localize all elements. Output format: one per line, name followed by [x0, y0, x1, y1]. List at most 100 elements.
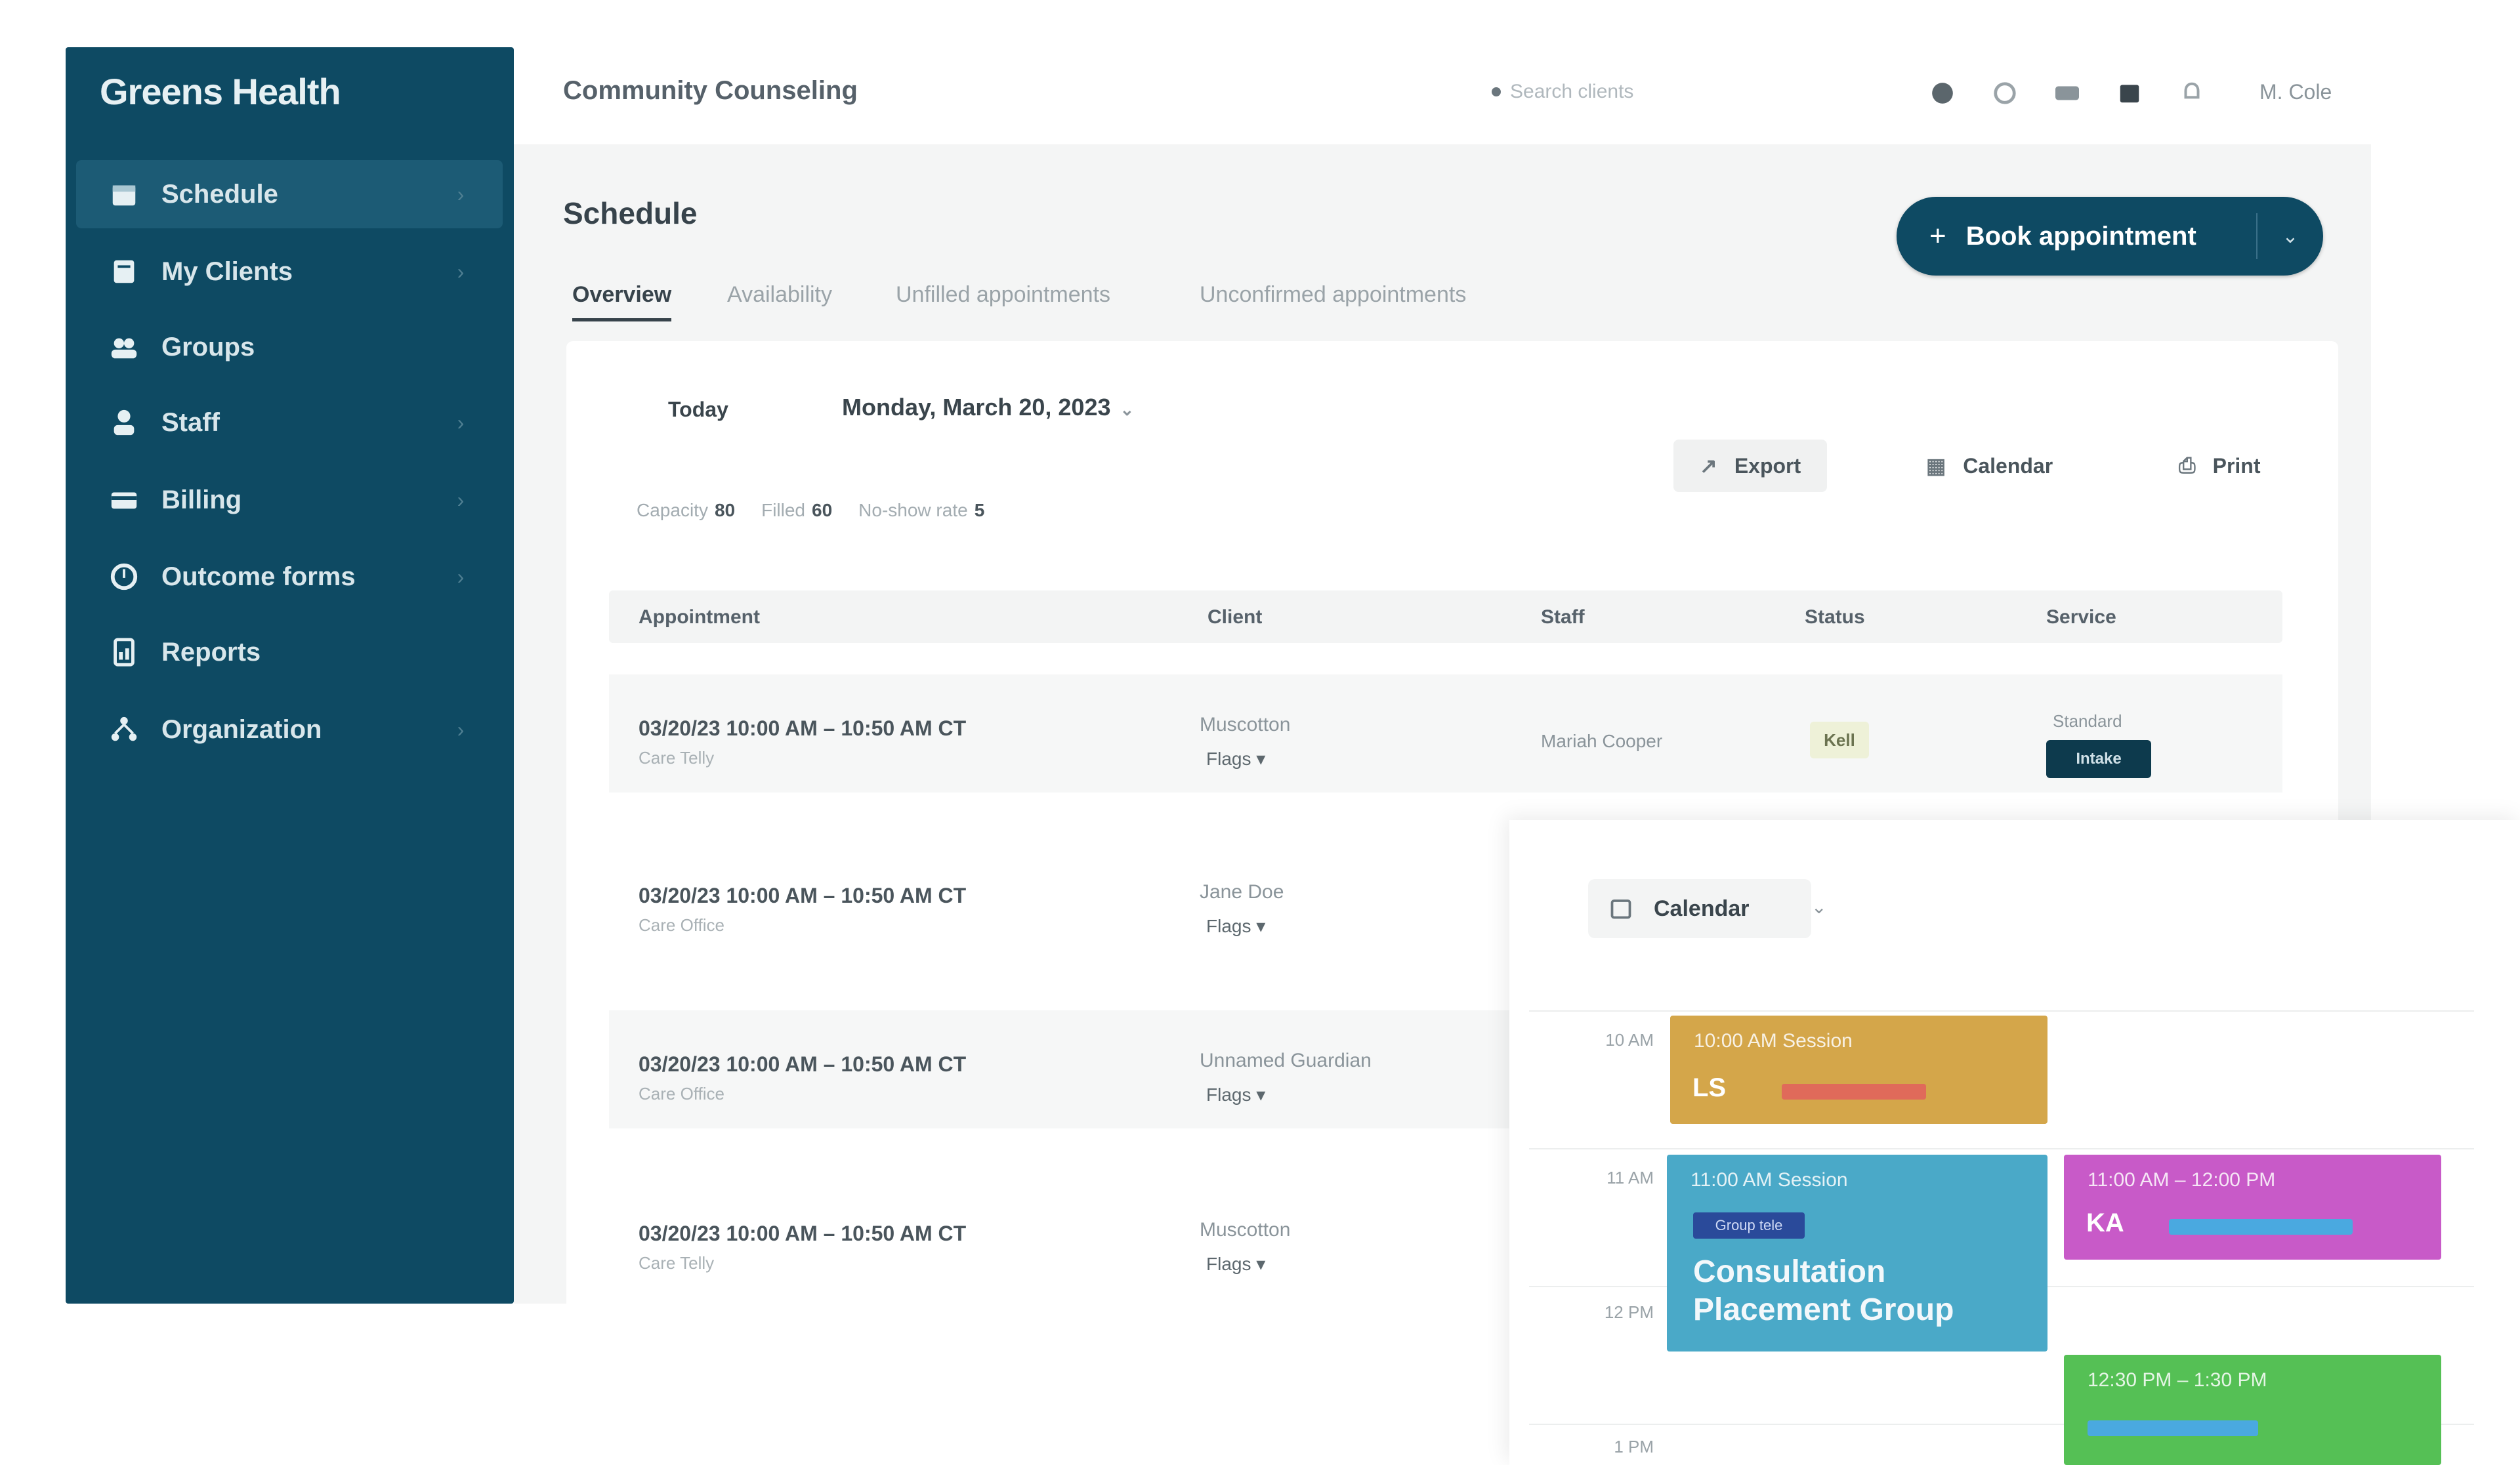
user-name[interactable]: M. Cole [2259, 80, 2332, 104]
calendar-view-button[interactable]: ▦ Calendar [1926, 440, 2053, 492]
date-label[interactable]: Today [668, 398, 728, 422]
date-select[interactable]: Monday, March 20, 2023 ⌄ [842, 394, 1134, 421]
sidebar-item-my-clients[interactable]: My Clients › [76, 237, 503, 306]
event-headline: Consultation Placement Group [1693, 1254, 1954, 1327]
groups-icon [106, 329, 142, 365]
calendar-event[interactable]: 12:30 PM – 1:30 PM [2064, 1355, 2441, 1465]
appointment-time: 03/20/23 10:00 AM – 10:50 AM CT [639, 1052, 967, 1076]
event-title: 10:00 AM Session [1694, 1030, 1853, 1052]
sidebar-item-schedule[interactable]: Schedule › [76, 160, 503, 228]
appointment-location: Care Office [639, 915, 725, 935]
organization-title: Community Counseling [563, 76, 858, 105]
sidebar-item-label: Reports [161, 637, 261, 667]
client-name[interactable]: Muscotton [1200, 714, 1290, 736]
sidebar-item-billing[interactable]: Billing › [76, 466, 503, 534]
column-header-status[interactable]: Status [1805, 606, 1865, 629]
stat-filled: Filled 60 [761, 500, 833, 520]
sidebar-item-staff[interactable]: Staff › [76, 388, 503, 457]
calendar-icon [106, 176, 142, 212]
calendar-event[interactable]: 11:00 AM – 12:00 PM KA [2064, 1155, 2441, 1260]
event-title: 11:00 AM – 12:00 PM [2088, 1169, 2276, 1191]
calendar-event[interactable]: 10:00 AM Session LS [1670, 1016, 2048, 1124]
search-input[interactable]: Search clients [1485, 73, 1682, 110]
calendar-view-label: Calendar [1963, 453, 2053, 478]
sidebar-item-label: My Clients [161, 257, 293, 286]
sidebar-item-organization[interactable]: Organization › [76, 695, 503, 764]
calendar-event[interactable]: 11:00 AM Session Group tele Consultation… [1667, 1155, 2048, 1352]
event-title: 11:00 AM Session [1690, 1169, 1848, 1191]
appointment-time: 03/20/23 10:00 AM – 10:50 AM CT [639, 884, 967, 907]
sidebar-item-label: Groups [161, 332, 255, 361]
client-name[interactable]: Unnamed Guardian [1200, 1050, 1372, 1072]
column-header-service[interactable]: Service [2046, 606, 2116, 629]
chevron-right-icon: › [457, 410, 465, 434]
chevron-down-icon[interactable]: ⌄ [1811, 896, 1826, 918]
hour-label: 10 AM [1605, 1030, 1654, 1050]
table-row[interactable]: 03/20/23 10:00 AM – 10:50 AM CT Care Tel… [609, 674, 2282, 793]
plus-icon: + [1929, 220, 1946, 252]
organization-icon [106, 712, 142, 747]
calendar-toggle[interactable]: Calendar [1588, 879, 1811, 938]
tab-unconfirmed-appointments[interactable]: Unconfirmed appointments [1200, 282, 1466, 308]
sidebar-item-label: Staff [161, 407, 220, 437]
print-icon: ⎙ [2179, 453, 2196, 477]
column-header-client[interactable]: Client [1208, 606, 1262, 629]
flags-dropdown[interactable]: Flags ▾ [1206, 1253, 1265, 1275]
appointment-time: 03/20/23 10:00 AM – 10:50 AM CT [639, 716, 967, 740]
client-name[interactable]: Muscotton [1200, 1219, 1290, 1241]
staff-name: Mariah Cooper [1541, 731, 1663, 751]
event-title: 12:30 PM – 1:30 PM [2088, 1369, 2267, 1391]
print-label: Print [2212, 453, 2261, 478]
hour-divider [1529, 1148, 2474, 1149]
page-title: Schedule [563, 196, 698, 230]
brand-logo: Greens Health [100, 71, 341, 112]
tab-overview[interactable]: Overview [572, 282, 672, 321]
tab-availability[interactable]: Availability [727, 282, 832, 308]
sidebar-item-outcome-forms[interactable]: Outcome forms › [76, 543, 503, 611]
flags-dropdown[interactable]: Flags ▾ [1206, 748, 1265, 770]
staff-icon [106, 405, 142, 440]
sidebar-item-reports[interactable]: Reports [76, 618, 503, 686]
export-icon: ↗ [1700, 454, 1717, 478]
calendar-toggle-label: Calendar [1654, 896, 1750, 921]
search-icon [1492, 87, 1501, 96]
sidebar: Greens Health Schedule › My Clients › Gr… [66, 47, 514, 1304]
calendar-icon[interactable] [2115, 79, 2144, 108]
flags-dropdown[interactable]: Flags ▾ [1206, 1084, 1265, 1105]
sidebar-item-label: Billing [161, 485, 242, 514]
export-button[interactable]: ↗ Export [1673, 440, 1828, 492]
chevron-right-icon: › [457, 259, 465, 283]
search-placeholder: Search clients [1510, 81, 1634, 102]
column-header-appointment[interactable]: Appointment [639, 606, 760, 629]
top-bar: Community Counseling Search clients M. C… [514, 47, 2371, 144]
settings-icon[interactable] [1990, 79, 2019, 108]
stat-capacity: Capacity 80 [637, 500, 736, 520]
help-icon[interactable] [1928, 79, 1957, 108]
tab-unfilled-appointments[interactable]: Unfilled appointments [896, 282, 1110, 308]
appointment-time: 03/20/23 10:00 AM – 10:50 AM CT [639, 1222, 967, 1245]
book-appointment-button[interactable]: + Book appointment ⌄ [1897, 197, 2323, 276]
event-tag: Group tele [1693, 1212, 1805, 1239]
calendar-icon [1608, 896, 1634, 922]
sidebar-item-label: Outcome forms [161, 562, 356, 591]
client-name[interactable]: Jane Doe [1200, 881, 1284, 903]
forms-icon [106, 559, 142, 594]
chevron-down-icon[interactable]: ⌄ [2258, 225, 2323, 248]
event-tag [2088, 1420, 2258, 1436]
service-badge: Intake [2046, 740, 2151, 778]
chevron-right-icon: › [457, 487, 465, 512]
print-button[interactable]: ⎙ Print [2179, 440, 2261, 492]
event-tag [2169, 1219, 2353, 1235]
chevron-right-icon: › [457, 717, 465, 741]
notifications-icon[interactable] [2177, 79, 2206, 108]
hour-label: 1 PM [1614, 1437, 1654, 1456]
messages-icon[interactable] [2053, 79, 2082, 108]
stats-bar: Capacity 80 Filled 60 No-show rate 5 [637, 500, 984, 521]
column-header-staff[interactable]: Staff [1541, 606, 1585, 629]
event-tag [1782, 1084, 1926, 1100]
stat-no-show-rate: No-show rate 5 [858, 500, 985, 520]
flags-dropdown[interactable]: Flags ▾ [1206, 915, 1265, 937]
export-label: Export [1734, 453, 1801, 478]
book-appointment-label: Book appointment [1965, 221, 2196, 251]
sidebar-item-groups[interactable]: Groups [76, 313, 503, 381]
